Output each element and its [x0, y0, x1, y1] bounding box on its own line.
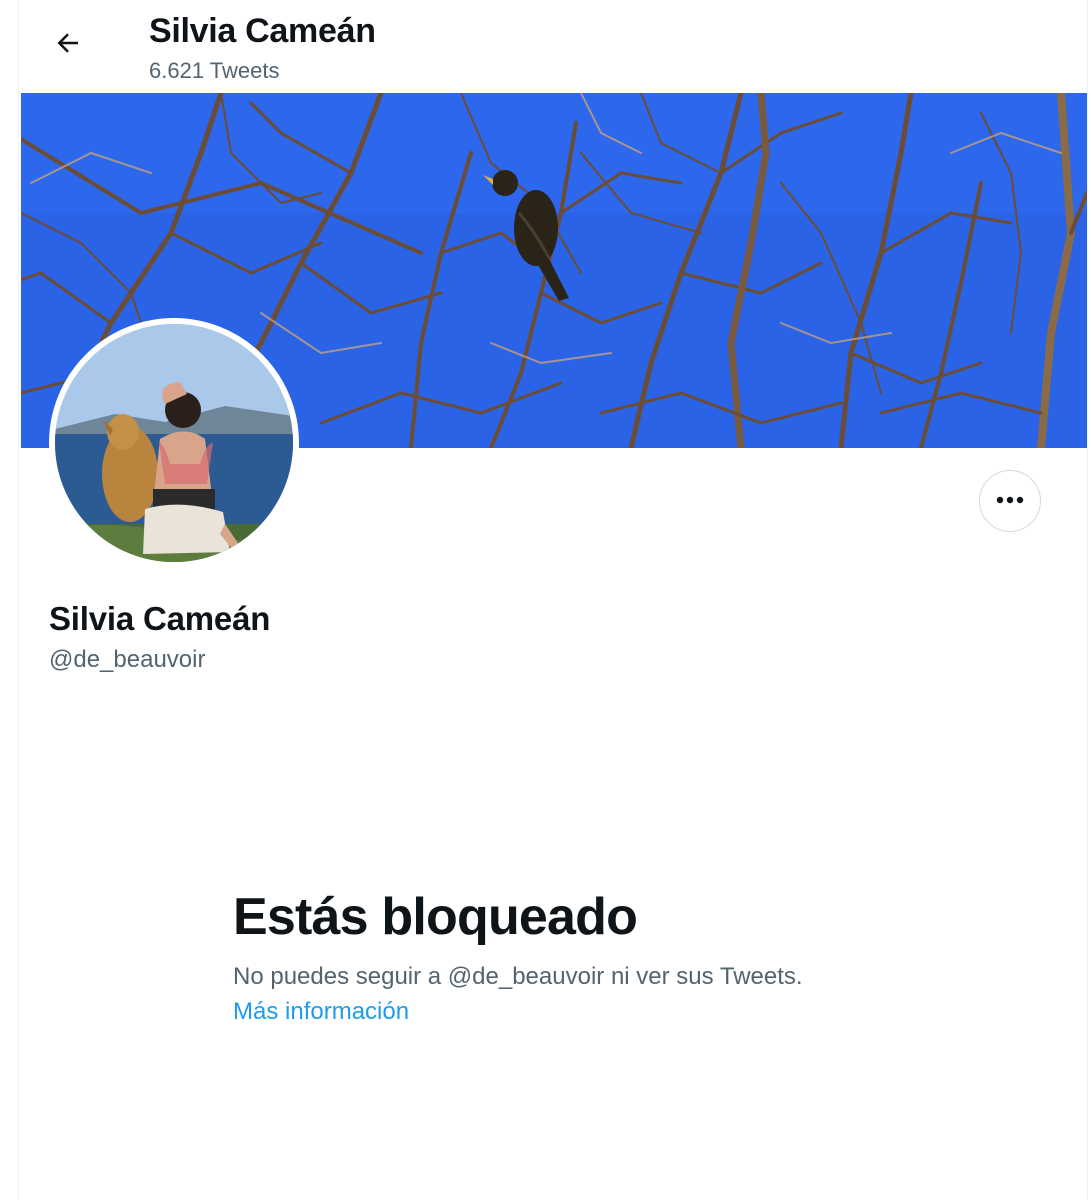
profile-header-bar: Silvia Cameán 6.621 Tweets	[19, 0, 1087, 92]
back-button[interactable]	[47, 24, 89, 66]
profile-avatar[interactable]	[49, 318, 299, 568]
blocked-notice: Estás bloqueado No puedes seguir a @de_b…	[233, 886, 933, 1027]
header-profile-name: Silvia Cameán	[149, 12, 376, 50]
header-tweet-count: 6.621 Tweets	[149, 58, 280, 83]
more-options-button[interactable]	[979, 470, 1041, 532]
arrow-left-icon	[53, 28, 83, 63]
blocked-message: No puedes seguir a @de_beauvoir ni ver s…	[233, 963, 803, 990]
more-horizontal-icon	[995, 492, 1025, 510]
profile-display-name: Silvia Cameán	[49, 600, 271, 637]
profile-column: Silvia Cameán 6.621 Tweets Silvia Cameán…	[18, 0, 1088, 1200]
profile-handle: @de_beauvoir	[49, 646, 206, 673]
blocked-title: Estás bloqueado	[233, 888, 638, 946]
learn-more-link[interactable]: Más información	[233, 997, 409, 1027]
